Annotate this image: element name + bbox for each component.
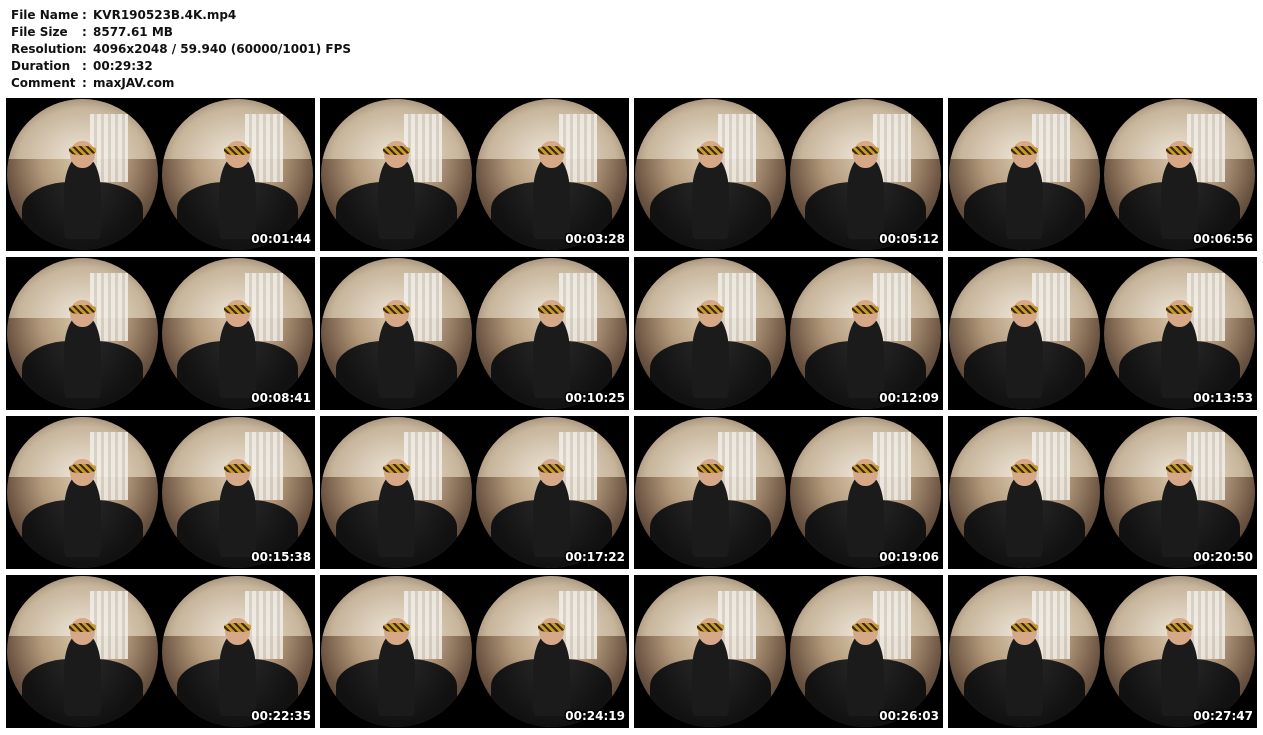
left-eye-frame (635, 576, 786, 727)
right-eye-frame (476, 417, 627, 568)
separator: : (82, 25, 87, 39)
duration-label: Duration (11, 59, 71, 73)
separator: : (82, 59, 87, 73)
video-thumbnail[interactable]: 00:03:28 (320, 98, 629, 251)
resolution-value: 4096x2048 / 59.940 (60000/1001) FPS (93, 42, 352, 56)
timestamp-label: 00:15:38 (251, 550, 311, 564)
right-eye-frame (476, 576, 627, 727)
timestamp-label: 00:10:25 (565, 391, 625, 405)
comment-value: maxJAV.com (93, 76, 175, 90)
video-thumbnail[interactable]: 00:08:41 (6, 257, 315, 410)
duration-row: Duration:00:29:32 (11, 58, 351, 75)
resolution-row: Resolution: 4096x2048 / 59.940 (60000/100… (11, 41, 351, 58)
file-name-value: KVR190523B.4K.mp4 (93, 8, 237, 22)
left-eye-frame (7, 99, 158, 250)
separator: : (82, 8, 87, 22)
video-thumbnail[interactable]: 00:01:44 (6, 98, 315, 251)
video-thumbnail[interactable]: 00:12:09 (634, 257, 943, 410)
separator: : (82, 76, 87, 90)
right-eye-frame (1104, 258, 1255, 409)
video-thumbnail[interactable]: 00:05:12 (634, 98, 943, 251)
file-name-label: File Name (11, 8, 79, 22)
right-eye-frame (162, 99, 313, 250)
video-thumbnail[interactable]: 00:24:19 (320, 575, 629, 728)
timestamp-label: 00:01:44 (251, 232, 311, 246)
right-eye-frame (790, 417, 941, 568)
left-eye-frame (7, 576, 158, 727)
right-eye-frame (1104, 99, 1255, 250)
timestamp-label: 00:13:53 (1193, 391, 1253, 405)
left-eye-frame (949, 258, 1100, 409)
timestamp-label: 00:08:41 (251, 391, 311, 405)
right-eye-frame (162, 417, 313, 568)
video-thumbnail[interactable]: 00:15:38 (6, 416, 315, 569)
timestamp-label: 00:22:35 (251, 709, 311, 723)
left-eye-frame (321, 99, 472, 250)
video-thumbnail[interactable]: 00:13:53 (948, 257, 1257, 410)
separator: : (82, 42, 87, 56)
video-thumbnail[interactable]: 00:27:47 (948, 575, 1257, 728)
file-name-row: File Name: KVR190523B.4K.mp4 (11, 7, 351, 24)
left-eye-frame (949, 576, 1100, 727)
left-eye-frame (949, 99, 1100, 250)
left-eye-frame (321, 417, 472, 568)
video-thumbnail[interactable]: 00:19:06 (634, 416, 943, 569)
timestamp-label: 00:05:12 (879, 232, 939, 246)
timestamp-label: 00:26:03 (879, 709, 939, 723)
comment-row: Comment: maxJAV.com (11, 75, 351, 92)
video-thumbnail[interactable]: 00:26:03 (634, 575, 943, 728)
resolution-label: Resolution (11, 42, 84, 56)
file-size-label: File Size (11, 25, 68, 39)
file-size-value: 8577.61 MB (93, 25, 173, 39)
left-eye-frame (635, 99, 786, 250)
right-eye-frame (1104, 417, 1255, 568)
right-eye-frame (790, 576, 941, 727)
duration-value: 00:29:32 (93, 59, 153, 73)
left-eye-frame (7, 258, 158, 409)
left-eye-frame (321, 576, 472, 727)
right-eye-frame (162, 576, 313, 727)
comment-label: Comment (11, 76, 76, 90)
right-eye-frame (162, 258, 313, 409)
file-info-panel: File Name: KVR190523B.4K.mp4 File Size:85… (11, 7, 351, 92)
thumbnail-grid: 00:01:44 00:03:28 00:05:12 00:06:56 00:0… (6, 98, 1257, 728)
left-eye-frame (949, 417, 1100, 568)
video-thumbnail[interactable]: 00:10:25 (320, 257, 629, 410)
right-eye-frame (790, 258, 941, 409)
right-eye-frame (476, 99, 627, 250)
timestamp-label: 00:20:50 (1193, 550, 1253, 564)
timestamp-label: 00:17:22 (565, 550, 625, 564)
timestamp-label: 00:24:19 (565, 709, 625, 723)
file-size-row: File Size:8577.61 MB (11, 24, 351, 41)
right-eye-frame (476, 258, 627, 409)
left-eye-frame (635, 258, 786, 409)
timestamp-label: 00:27:47 (1193, 709, 1253, 723)
right-eye-frame (1104, 576, 1255, 727)
left-eye-frame (7, 417, 158, 568)
video-thumbnail[interactable]: 00:20:50 (948, 416, 1257, 569)
left-eye-frame (321, 258, 472, 409)
timestamp-label: 00:03:28 (565, 232, 625, 246)
timestamp-label: 00:12:09 (879, 391, 939, 405)
timestamp-label: 00:19:06 (879, 550, 939, 564)
video-thumbnail[interactable]: 00:22:35 (6, 575, 315, 728)
left-eye-frame (635, 417, 786, 568)
right-eye-frame (790, 99, 941, 250)
video-thumbnail[interactable]: 00:17:22 (320, 416, 629, 569)
video-thumbnail[interactable]: 00:06:56 (948, 98, 1257, 251)
timestamp-label: 00:06:56 (1193, 232, 1253, 246)
